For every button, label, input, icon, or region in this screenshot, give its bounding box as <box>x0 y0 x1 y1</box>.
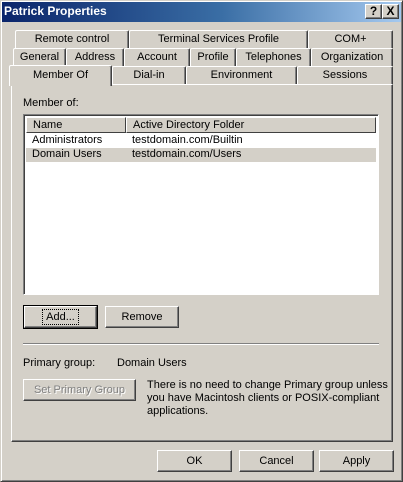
separator <box>23 343 379 345</box>
close-button[interactable]: X <box>382 4 399 19</box>
tab-telephones[interactable]: Telephones <box>236 48 311 66</box>
tab-dial-in[interactable]: Dial-in <box>112 66 186 84</box>
cancel-button[interactable]: Cancel <box>239 450 314 472</box>
tab-com-plus[interactable]: COM+ <box>308 30 393 48</box>
row-folder: testdomain.com/Users <box>132 148 242 160</box>
apply-button[interactable]: Apply <box>319 450 394 472</box>
primary-group-label: Primary group: <box>23 357 96 369</box>
add-button-label: Add... <box>42 309 79 325</box>
tab-account[interactable]: Account <box>124 48 190 66</box>
primary-group-note-line3: applications. <box>147 405 209 417</box>
cancel-button-label: Cancel <box>259 455 294 467</box>
primary-group-note-line1: There is no need to change Primary group… <box>147 379 388 391</box>
row-name: Administrators <box>32 134 103 146</box>
ok-button[interactable]: OK <box>157 450 232 472</box>
tab-general[interactable]: General <box>13 48 66 66</box>
tab-address[interactable]: Address <box>66 48 124 66</box>
apply-button-label: Apply <box>342 455 371 467</box>
tab-terminal-services-profile[interactable]: Terminal Services Profile <box>129 30 308 48</box>
window-title: Patrick Properties <box>4 4 107 18</box>
primary-group-note-line2: you have Macintosh clients or POSIX-comp… <box>147 392 380 404</box>
tab-remote-control[interactable]: Remote control <box>15 30 129 48</box>
set-primary-group-button[interactable]: Set Primary Group <box>23 379 136 401</box>
primary-group-value: Domain Users <box>117 357 187 369</box>
tab-environment[interactable]: Environment <box>186 66 297 84</box>
title-bar[interactable]: Patrick Properties <box>0 0 403 22</box>
tab-sessions[interactable]: Sessions <box>297 66 393 84</box>
add-button[interactable]: Add... <box>23 305 98 329</box>
member-of-list[interactable]: Name Active Directory Folder Administrat… <box>23 114 379 295</box>
column-header-name[interactable]: Name <box>26 117 126 133</box>
row-folder: testdomain.com/Builtin <box>132 134 243 146</box>
remove-button-label: Remove <box>121 311 163 323</box>
table-row[interactable]: Administrators testdomain.com/Builtin <box>26 134 376 148</box>
ok-button-label: OK <box>186 455 203 467</box>
row-name: Domain Users <box>32 148 102 160</box>
column-header-folder[interactable]: Active Directory Folder <box>126 117 376 133</box>
help-button[interactable]: ? <box>365 4 382 19</box>
set-primary-group-label: Set Primary Group <box>33 384 126 396</box>
member-of-label: Member of: <box>23 97 79 109</box>
table-row-selected[interactable]: Domain Users testdomain.com/Users <box>26 148 376 162</box>
tab-organization[interactable]: Organization <box>311 48 393 66</box>
tab-profile[interactable]: Profile <box>190 48 236 66</box>
tab-member-of[interactable]: Member Of <box>9 65 112 86</box>
remove-button[interactable]: Remove <box>105 306 179 328</box>
